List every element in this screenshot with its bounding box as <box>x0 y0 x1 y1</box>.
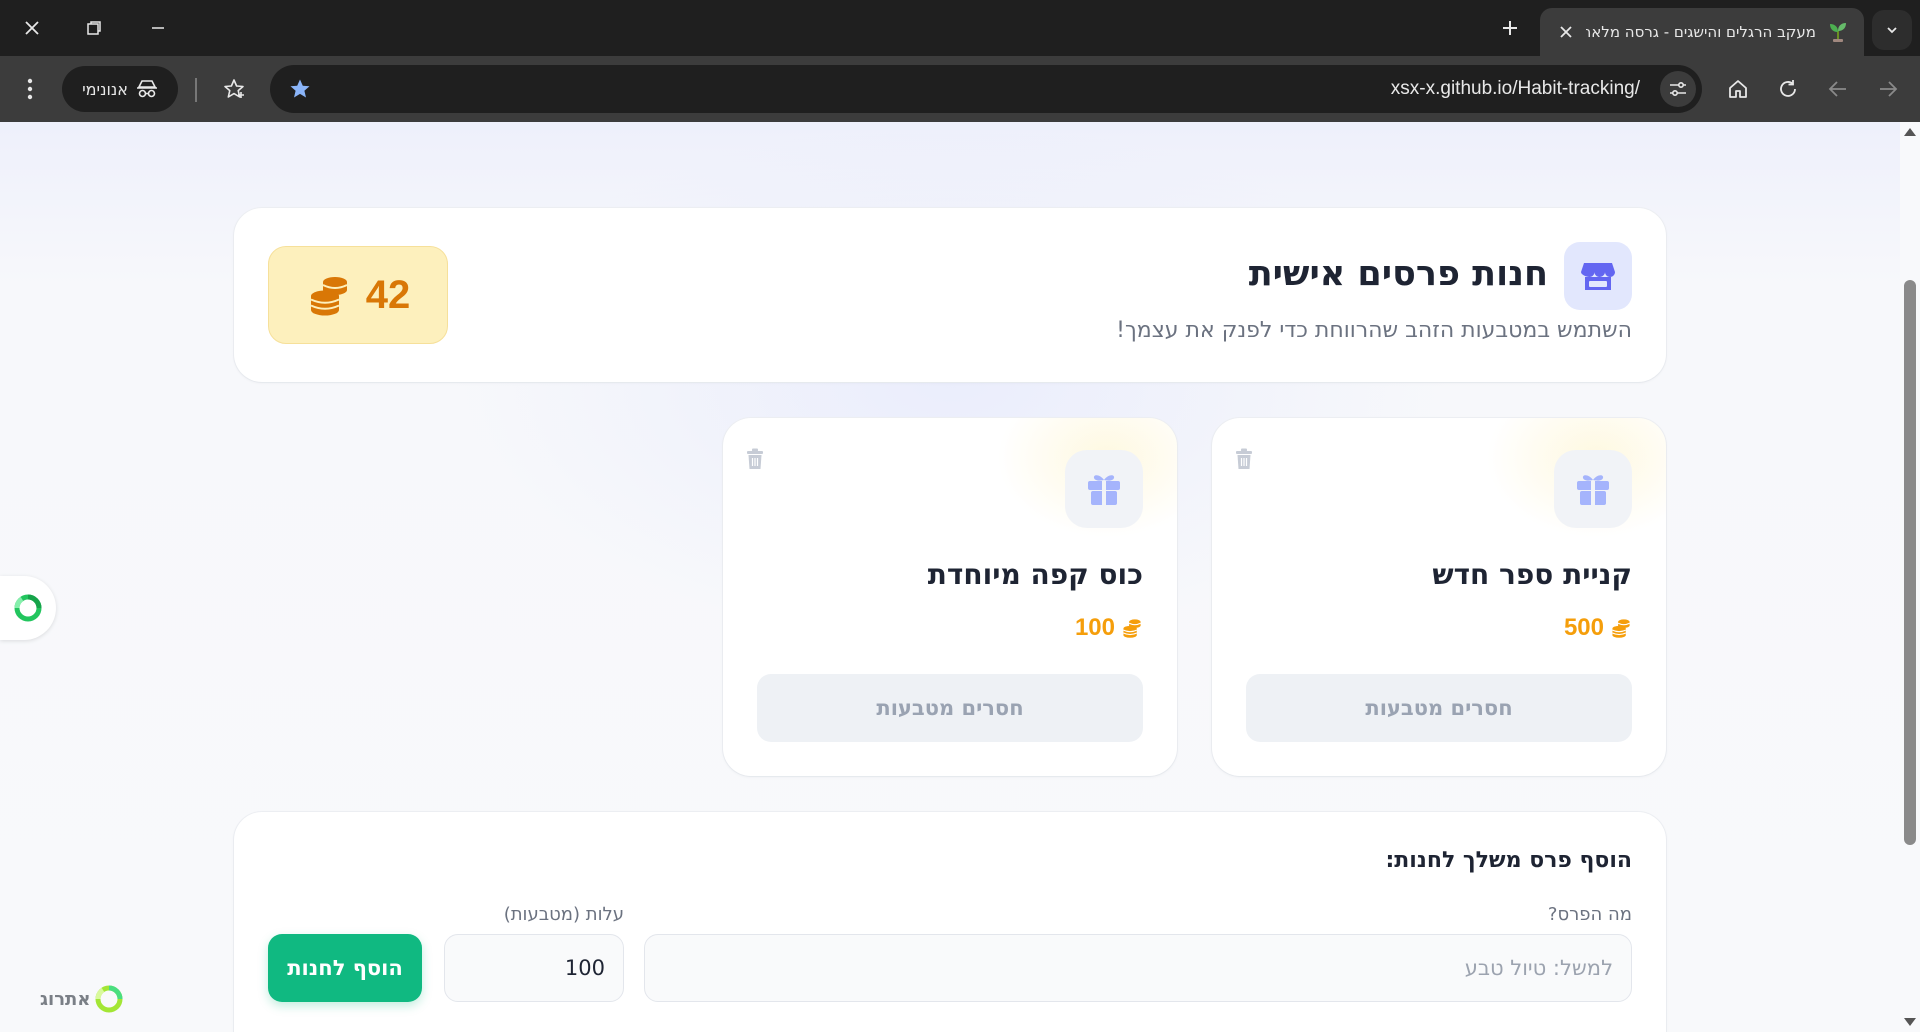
forward-button[interactable] <box>1868 69 1908 109</box>
reward-cost-input[interactable] <box>444 934 624 1002</box>
tab-title: מעקב הרגלים והישגים - גרסה מלאה <box>1586 23 1816 41</box>
reward-name-label: מה הפרס? <box>1547 904 1632 925</box>
menu-icon <box>27 78 33 100</box>
site-info-button[interactable] <box>1660 71 1696 107</box>
site-info-icon <box>1670 81 1686 97</box>
scroll-up-arrow[interactable] <box>1904 128 1916 136</box>
store-icon-badge <box>1564 242 1632 310</box>
browser-toolbar: אנונימי xsx-x.github.io/Habit-tracking/ <box>0 56 1920 122</box>
reward-cost: 100 <box>1075 614 1143 642</box>
restore-icon <box>87 21 101 35</box>
home-icon <box>1729 80 1747 98</box>
home-button[interactable] <box>1718 69 1758 109</box>
add-to-store-button[interactable]: הוסף לחנות <box>268 934 422 1002</box>
coins-icon <box>1123 619 1141 638</box>
minimize-window-button[interactable] <box>136 8 180 48</box>
bookmark-filled-star-icon[interactable] <box>288 77 312 101</box>
back-icon <box>1828 81 1846 97</box>
trash-icon <box>747 448 763 469</box>
reload-button[interactable] <box>1768 69 1808 109</box>
reward-name-input[interactable] <box>644 934 1632 1002</box>
ring-logo-icon <box>14 594 42 622</box>
tab-search-button[interactable] <box>1872 10 1912 50</box>
coin-balance-badge: 42 <box>268 246 448 344</box>
trash-icon <box>1236 448 1252 469</box>
accessibility-widget-button[interactable] <box>0 576 56 640</box>
address-bar[interactable]: xsx-x.github.io/Habit-tracking/ <box>270 65 1702 113</box>
reward-cost-value: 100 <box>1074 614 1115 641</box>
store-icon <box>1581 263 1615 290</box>
new-tab-icon <box>1503 21 1517 35</box>
reward-card: כוס קפה מיוחדת 100 חסרים מטבעות <box>723 418 1177 776</box>
scrollbar-thumb[interactable] <box>1904 280 1916 845</box>
tab-close-icon <box>1560 26 1572 38</box>
page-content: חנות פרסים אישית השתמש במטבעות הזהב שהרו… <box>0 122 1920 1032</box>
delete-reward-button[interactable] <box>1232 446 1256 472</box>
brand-ring-icon <box>95 985 123 1013</box>
coins-icon <box>1612 619 1630 638</box>
brand-name: אתרוג <box>40 988 91 1010</box>
browser-tab[interactable]: מעקב הרגלים והישגים - גרסה מלאה <box>1540 8 1864 56</box>
incognito-indicator[interactable]: אנונימי <box>62 66 178 112</box>
close-window-button[interactable] <box>10 8 54 48</box>
forward-icon <box>1880 81 1898 97</box>
browser-menu-button[interactable] <box>10 69 50 109</box>
new-tab-button[interactable] <box>1490 10 1530 46</box>
delete-reward-button[interactable] <box>743 446 767 472</box>
incognito-icon <box>136 80 157 98</box>
minimize-icon <box>152 27 164 29</box>
page-title: חנות פרסים אישית <box>1248 254 1548 294</box>
brand-logo[interactable]: אתרוג <box>40 984 124 1014</box>
url-text[interactable]: xsx-x.github.io/Habit-tracking/ <box>1391 78 1640 100</box>
gift-icon <box>1577 475 1609 505</box>
back-button[interactable] <box>1818 69 1858 109</box>
reward-cost-value: 500 <box>1563 614 1604 641</box>
buy-reward-button[interactable]: חסרים מטבעות <box>1246 674 1632 742</box>
buy-reward-button[interactable]: חסרים מטבעות <box>757 674 1143 742</box>
page-subtitle: השתמש במטבעות הזהב שהרווחת כדי לפנק את ע… <box>1116 318 1632 343</box>
reward-cost: 500 <box>1564 614 1632 642</box>
incognito-label: אנונימי <box>82 79 128 99</box>
reward-cost-label: עלות (מטבעות) <box>503 904 624 925</box>
gift-icon-badge <box>1554 450 1632 528</box>
bookmark-star-icon <box>224 79 244 98</box>
page-scrollbar[interactable] <box>1900 122 1920 1032</box>
restore-window-button[interactable] <box>72 8 116 48</box>
store-header-card: חנות פרסים אישית השתמש במטבעות הזהב שהרו… <box>234 208 1666 382</box>
reward-name: קניית ספר חדש <box>1432 558 1632 591</box>
browser-tab-bar: מעקב הרגלים והישגים - גרסה מלאה <box>0 0 1920 56</box>
tab-list-icon <box>1887 27 1897 34</box>
reward-name: כוס קפה מיוחדת <box>927 558 1143 591</box>
seedling-favicon-icon <box>1826 20 1850 44</box>
add-reward-form: הוסף פרס משלך לחנות: מה הפרס? עלות (מטבע… <box>234 812 1666 1032</box>
bookmarks-button[interactable] <box>214 69 254 109</box>
close-icon <box>25 21 39 35</box>
gift-icon <box>1088 475 1120 505</box>
gift-icon-badge <box>1065 450 1143 528</box>
tab-close-button[interactable] <box>1554 20 1578 44</box>
coins-icon <box>310 277 348 316</box>
scroll-down-arrow[interactable] <box>1904 1018 1916 1026</box>
form-title: הוסף פרס משלך לחנות: <box>1385 848 1632 873</box>
reload-icon <box>1780 80 1796 97</box>
coin-balance-value: 42 <box>365 272 411 317</box>
toolbar-divider <box>195 78 197 102</box>
reward-card: קניית ספר חדש 500 חסרים מטבעות <box>1212 418 1666 776</box>
